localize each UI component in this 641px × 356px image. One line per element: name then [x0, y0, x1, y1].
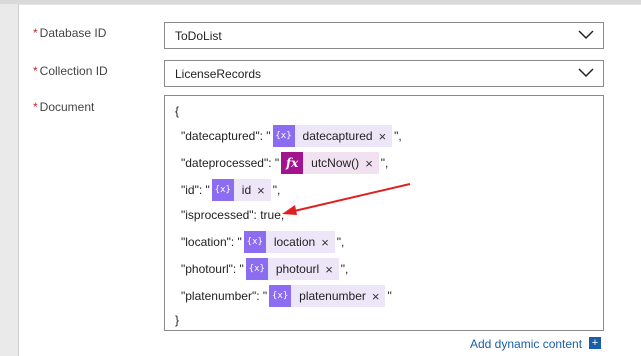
chevron-down-icon	[578, 68, 594, 78]
required-marker: *	[33, 64, 38, 78]
open-brace: {	[175, 104, 180, 118]
document-line: "platenumber": " {x} platenumber × "	[181, 285, 392, 307]
function-icon: fx	[281, 152, 304, 174]
variable-icon: {x}	[245, 258, 268, 280]
token-label: photourl	[275, 262, 320, 276]
json-suffix-text: ",	[336, 235, 345, 249]
dynamic-content-token[interactable]: {x} datecaptured ×	[272, 125, 393, 147]
dynamic-content-token[interactable]: {x} photourl ×	[245, 258, 339, 280]
database-id-value: ToDoList	[175, 29, 222, 43]
action-card: * Database ID ToDoList * Collection ID Lic…	[18, 4, 641, 356]
json-suffix-text: "	[387, 289, 392, 303]
document-line: "dateprocessed": " fx utcNow() × ",	[181, 152, 388, 174]
document-label: * Document	[33, 100, 95, 114]
json-key-text: "id": "	[181, 183, 210, 197]
json-suffix-text: ",	[380, 156, 389, 170]
variable-icon: {x}	[269, 285, 292, 307]
database-id-select[interactable]: ToDoList	[164, 22, 604, 49]
token-label: datecaptured	[302, 129, 373, 143]
json-key-text: "location": "	[181, 235, 242, 249]
token-label: location	[273, 235, 316, 249]
add-dynamic-content-link[interactable]: Add dynamic content	[470, 337, 582, 351]
remove-token-icon[interactable]: ×	[325, 262, 339, 277]
remove-token-icon[interactable]: ×	[365, 156, 379, 171]
document-line: "location": " {x} location × ",	[181, 231, 344, 253]
json-suffix-text: ",	[272, 183, 281, 197]
token-label: utcNow()	[311, 156, 360, 170]
dynamic-content-token[interactable]: {x} id ×	[211, 179, 271, 201]
collection-id-label: * Collection ID	[33, 64, 108, 78]
plus-icon[interactable]: +	[589, 337, 601, 349]
json-key-text: "photourl": "	[181, 262, 244, 276]
dynamic-content-token[interactable]: {x} platenumber ×	[269, 285, 386, 307]
remove-token-icon[interactable]: ×	[379, 129, 393, 144]
token-label: id	[241, 183, 252, 197]
json-key-text: "dateprocessed": "	[181, 156, 280, 170]
dynamic-content-token[interactable]: {x} location ×	[243, 231, 335, 253]
remove-token-icon[interactable]: ×	[257, 183, 271, 198]
chevron-down-icon	[578, 30, 594, 40]
document-line: "datecaptured": " {x} datecaptured × ",	[181, 125, 402, 147]
json-key-text: "datecaptured": "	[181, 129, 271, 143]
json-suffix-text: ",	[340, 262, 349, 276]
json-key-text: "platenumber": "	[181, 289, 268, 303]
expression-token[interactable]: fx utcNow() ×	[281, 152, 379, 174]
variable-icon: {x}	[211, 179, 234, 201]
collection-id-select[interactable]: LicenseRecords	[164, 60, 604, 87]
close-brace: }	[175, 313, 180, 327]
json-suffix-text: ",	[394, 129, 402, 143]
json-key-text: "isprocessed": true,	[181, 208, 285, 222]
token-label: platenumber	[299, 289, 366, 303]
remove-token-icon[interactable]: ×	[321, 235, 335, 250]
document-line: "id": " {x} id × ",	[181, 179, 280, 201]
required-marker: *	[33, 26, 38, 40]
document-line: "isprocessed": true,	[181, 204, 284, 226]
variable-icon: {x}	[272, 125, 295, 147]
collection-id-value: LicenseRecords	[175, 67, 262, 81]
document-line: "photourl": " {x} photourl × ",	[181, 258, 348, 280]
required-marker: *	[33, 100, 38, 114]
variable-icon: {x}	[243, 231, 266, 253]
database-id-label: * Database ID	[33, 26, 107, 40]
remove-token-icon[interactable]: ×	[372, 289, 386, 304]
document-editor[interactable]: { "datecaptured": " {x} datecaptured × ", "da…	[164, 95, 604, 331]
